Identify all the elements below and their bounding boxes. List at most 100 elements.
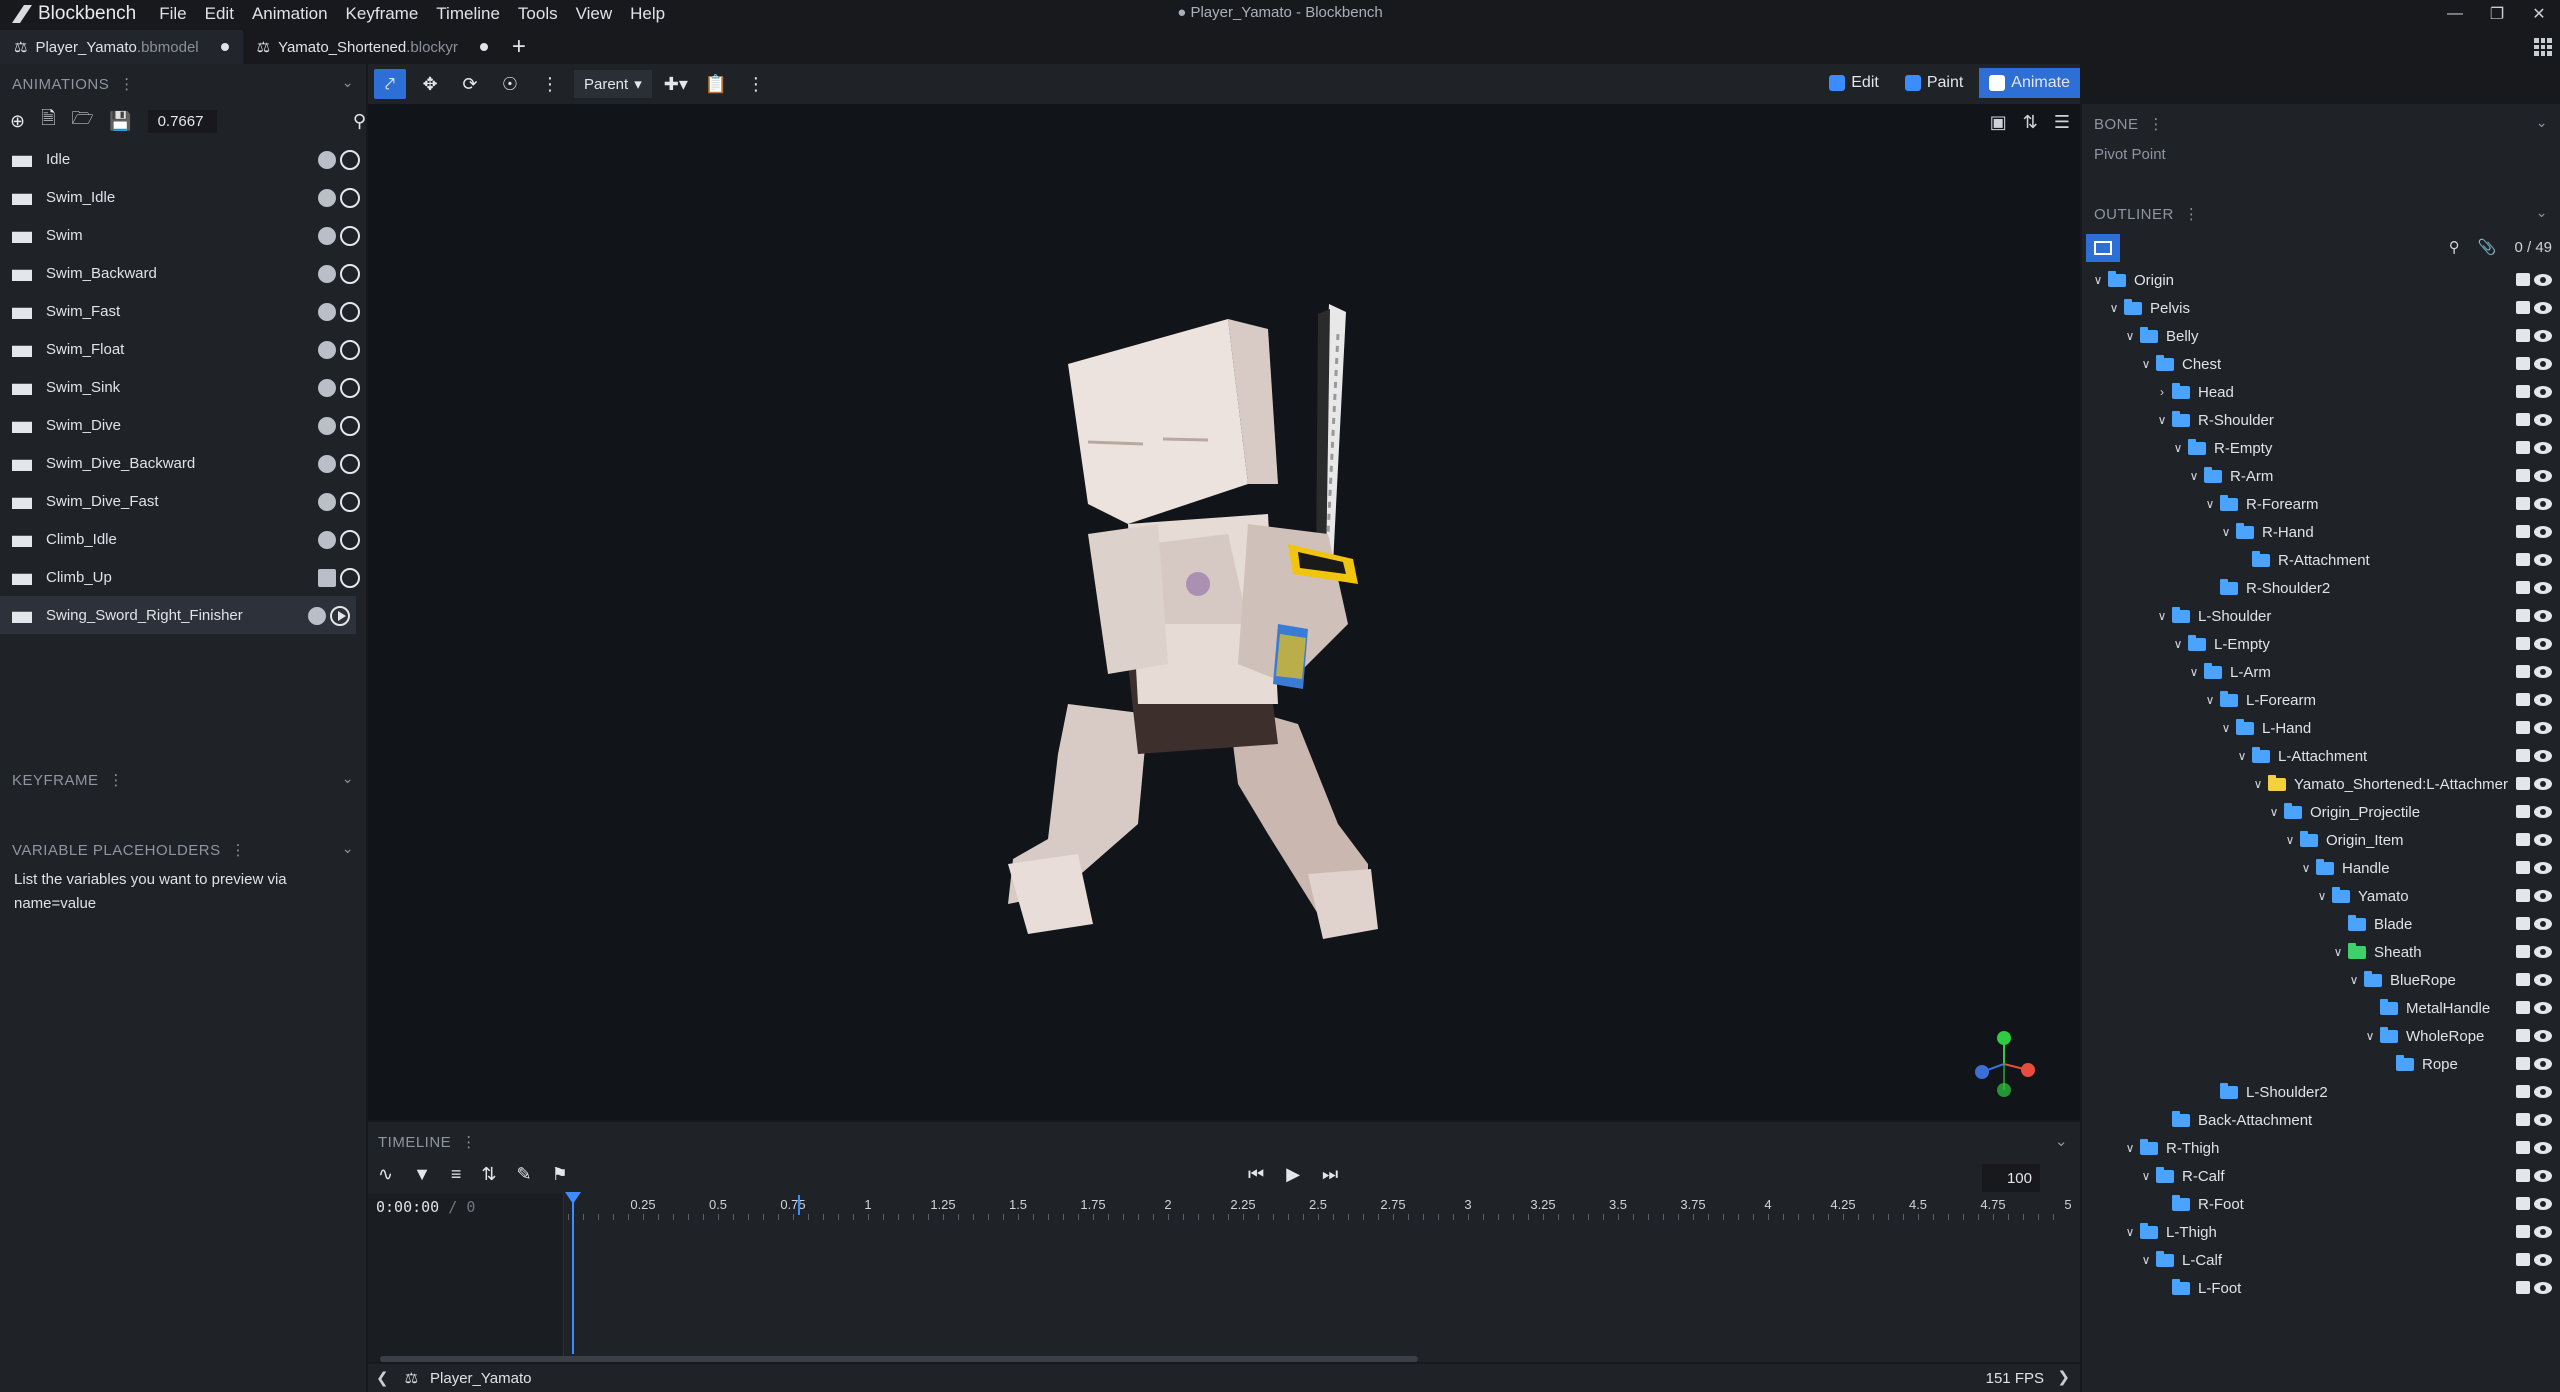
- outliner-node[interactable]: ∨ R-Shoulder: [2082, 406, 2560, 434]
- chevron-down-icon[interactable]: ∨: [2154, 609, 2170, 623]
- chevron-down-icon[interactable]: ∨: [2122, 1225, 2138, 1239]
- eye-icon[interactable]: [2534, 806, 2552, 818]
- chevron-down-icon[interactable]: ∨: [2314, 889, 2330, 903]
- lock-icon[interactable]: [2516, 1001, 2530, 1014]
- bone-panel-header[interactable]: BONE ⋮ ⌄: [2082, 104, 2560, 144]
- outliner-node[interactable]: L-Shoulder2: [2082, 1078, 2560, 1106]
- lock-icon[interactable]: [2516, 805, 2530, 818]
- outliner-node[interactable]: ∨ BlueRope: [2082, 966, 2560, 994]
- outliner-node[interactable]: ∨ Yamato: [2082, 882, 2560, 910]
- save-icon[interactable]: [318, 569, 336, 587]
- chevron-down-icon[interactable]: ⌄: [2055, 1132, 2068, 1150]
- character-model[interactable]: [368, 104, 2080, 1120]
- sort-icon[interactable]: ⇅: [481, 1164, 496, 1185]
- eye-icon[interactable]: [2534, 470, 2552, 482]
- lock-icon[interactable]: [2516, 1253, 2530, 1266]
- radio-icon[interactable]: [340, 416, 360, 436]
- lock-icon[interactable]: [2516, 609, 2530, 622]
- outliner-node[interactable]: ∨ Chest: [2082, 350, 2560, 378]
- eye-icon[interactable]: [2534, 750, 2552, 762]
- outliner-node[interactable]: MetalHandle: [2082, 994, 2560, 1022]
- outliner-node[interactable]: ∨ L-Arm: [2082, 658, 2560, 686]
- eye-icon[interactable]: [2534, 1114, 2552, 1126]
- outliner-node[interactable]: Back-Attachment: [2082, 1106, 2560, 1134]
- chevron-down-icon[interactable]: ∨: [2090, 273, 2106, 287]
- outliner-node[interactable]: ∨ R-Arm: [2082, 462, 2560, 490]
- new-tab-button[interactable]: +: [502, 33, 536, 61]
- list-item[interactable]: Swim_Dive_Backward: [0, 444, 366, 482]
- eye-icon[interactable]: [2534, 1030, 2552, 1042]
- outliner-node[interactable]: ∨ Sheath: [2082, 938, 2560, 966]
- filter-icon[interactable]: ▼: [413, 1164, 431, 1185]
- translate-icon[interactable]: ✥: [414, 69, 446, 99]
- radio-icon[interactable]: [340, 302, 360, 322]
- chevron-down-icon[interactable]: ∨: [2138, 1169, 2154, 1183]
- list-item[interactable]: Swim: [0, 216, 366, 254]
- animations-panel-header[interactable]: ANIMATIONS ⋮ ⌄: [0, 64, 366, 104]
- more-icon[interactable]: ⋮: [461, 1133, 477, 1151]
- eye-icon[interactable]: [2534, 1142, 2552, 1154]
- lock-icon[interactable]: [2516, 469, 2530, 482]
- more-icon[interactable]: ⋮: [2184, 205, 2200, 223]
- skip-back-icon[interactable]: ⏮: [1248, 1164, 1264, 1185]
- search-icon[interactable]: ⚲: [2449, 238, 2460, 256]
- list-item[interactable]: Swim_Backward: [0, 254, 366, 292]
- outliner-node[interactable]: ∨ L-Forearm: [2082, 686, 2560, 714]
- radio-icon[interactable]: [340, 530, 360, 550]
- check-icon[interactable]: [308, 607, 326, 625]
- chevron-down-icon[interactable]: ∨: [2282, 833, 2298, 847]
- chevron-down-icon[interactable]: ∨: [2330, 945, 2346, 959]
- more-icon[interactable]: ⋮: [119, 75, 135, 93]
- more-icon[interactable]: ⋮: [740, 69, 772, 99]
- chevron-down-icon[interactable]: ∨: [2202, 497, 2218, 511]
- radio-icon[interactable]: [340, 454, 360, 474]
- check-icon[interactable]: [318, 531, 336, 549]
- radio-icon[interactable]: [340, 340, 360, 360]
- chevron-down-icon[interactable]: ∨: [2202, 693, 2218, 707]
- eye-icon[interactable]: [2534, 582, 2552, 594]
- lock-icon[interactable]: [2516, 1141, 2530, 1154]
- chevron-right-icon[interactable]: ›: [2154, 385, 2170, 399]
- timeline-ruler[interactable]: 0.25 0.5 0.75 1 1.25 1.5 1.75 2 2.25 2.5 2.75 3 3.25…: [568, 1194, 2072, 1220]
- grid-menu-icon[interactable]: [2534, 38, 2552, 56]
- eye-icon[interactable]: [2534, 1058, 2552, 1070]
- lock-icon[interactable]: [2516, 637, 2530, 650]
- minimize-icon[interactable]: —: [2434, 0, 2476, 28]
- list-item[interactable]: Climb_Idle: [0, 520, 366, 558]
- list-item[interactable]: Climb_Up: [0, 558, 366, 596]
- chevron-down-icon[interactable]: ∨: [2122, 329, 2138, 343]
- eye-icon[interactable]: [2534, 1254, 2552, 1266]
- lock-icon[interactable]: [2516, 721, 2530, 734]
- lock-icon[interactable]: [2516, 581, 2530, 594]
- more-icon[interactable]: ⋮: [231, 841, 247, 859]
- outliner-node[interactable]: L-Foot: [2082, 1274, 2560, 1302]
- outliner-node[interactable]: Rope: [2082, 1050, 2560, 1078]
- chevron-down-icon[interactable]: ∨: [2138, 357, 2154, 371]
- eye-icon[interactable]: [2534, 694, 2552, 706]
- outliner-node[interactable]: ∨ Belly: [2082, 322, 2560, 350]
- pivot-mode-select[interactable]: Parent ▾: [574, 70, 652, 98]
- more-icon[interactable]: ⋮: [109, 771, 125, 789]
- outliner-node[interactable]: ∨ L-Calf: [2082, 1246, 2560, 1274]
- chevron-down-icon[interactable]: ∨: [2234, 749, 2250, 763]
- chevron-down-icon[interactable]: ∨: [2186, 665, 2202, 679]
- paperclip-icon[interactable]: 📎: [2478, 238, 2497, 256]
- chevron-down-icon[interactable]: ∨: [2106, 301, 2122, 315]
- chevron-down-icon[interactable]: ∨: [2138, 1253, 2154, 1267]
- menu-view[interactable]: View: [567, 4, 622, 24]
- eye-icon[interactable]: [2534, 862, 2552, 874]
- outliner-node[interactable]: R-Attachment: [2082, 546, 2560, 574]
- lock-icon[interactable]: [2516, 749, 2530, 762]
- unsaved-dot-icon[interactable]: [479, 43, 488, 51]
- lock-icon[interactable]: [2516, 1113, 2530, 1126]
- check-icon[interactable]: [318, 151, 336, 169]
- outliner-node[interactable]: › Head: [2082, 378, 2560, 406]
- chevron-down-icon[interactable]: ⌄: [2536, 204, 2548, 221]
- lock-icon[interactable]: [2516, 497, 2530, 510]
- outliner-node[interactable]: ∨ R-Forearm: [2082, 490, 2560, 518]
- eye-icon[interactable]: [2534, 946, 2552, 958]
- lock-icon[interactable]: [2516, 553, 2530, 566]
- radio-icon[interactable]: [340, 150, 360, 170]
- chevron-left-icon[interactable]: ❮: [376, 1369, 389, 1387]
- outliner-node[interactable]: ∨ L-Empty: [2082, 630, 2560, 658]
